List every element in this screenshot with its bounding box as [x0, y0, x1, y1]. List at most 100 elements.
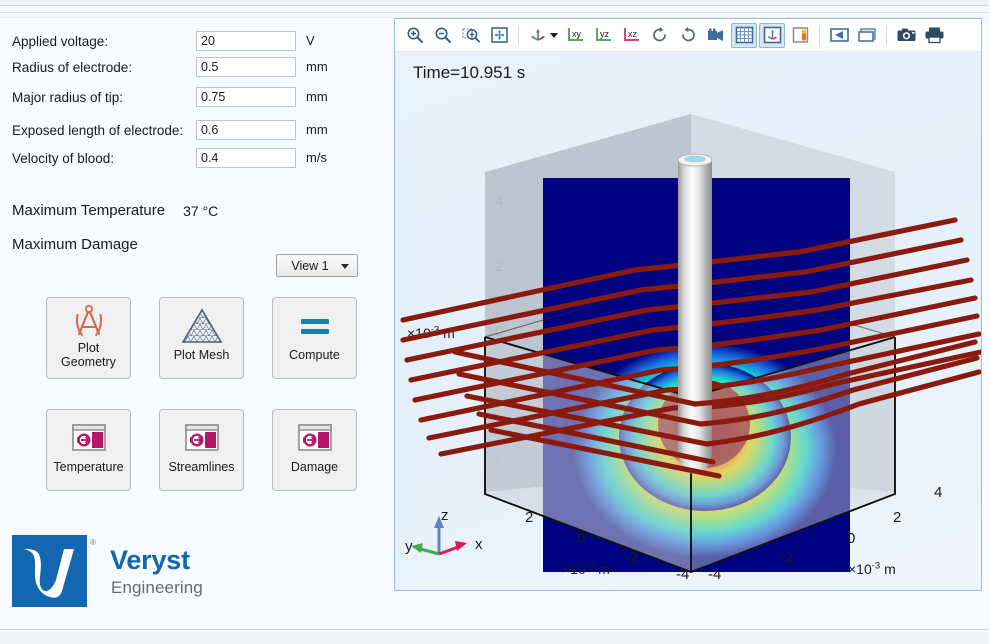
- x-axis-unit: ×10-3 m: [848, 560, 896, 577]
- field-label: Velocity of blood:: [12, 151, 114, 166]
- form-row-velocity-of-blood: Velocity of blood:: [12, 147, 114, 169]
- rotate-cw-icon[interactable]: [647, 23, 673, 48]
- field-unit: m/s: [306, 150, 327, 165]
- plot-window-icon: [68, 416, 110, 460]
- field-unit: mm: [306, 59, 328, 74]
- window-divider-bottom: [0, 629, 989, 630]
- velocity-of-blood-input[interactable]: [196, 148, 296, 168]
- form-row-applied-voltage: Applied voltage:: [12, 30, 108, 52]
- y-axis-unit: ×10-3 m: [562, 560, 610, 577]
- max-damage-label: Maximum Damage: [12, 236, 138, 253]
- equals-icon: [293, 304, 337, 348]
- color-legend-icon[interactable]: [787, 23, 813, 48]
- y-axis-tick: 2: [525, 509, 533, 526]
- zoom-box-icon[interactable]: [458, 23, 484, 48]
- triad-x-label: x: [475, 536, 483, 553]
- x-axis-tick: 2: [893, 509, 901, 526]
- status-bar: [0, 632, 989, 644]
- transparency-icon[interactable]: [826, 23, 852, 48]
- print-icon[interactable]: [921, 23, 947, 48]
- view-select-value: View 1: [291, 259, 328, 273]
- plot-geometry-label-line2: Geometry: [48, 355, 130, 369]
- max-temperature-row: Maximum Temperature 37 °C: [12, 202, 218, 219]
- toolbar-separator: [819, 26, 820, 45]
- triad-z-label: z: [441, 507, 449, 524]
- axis-orientation-icon[interactable]: [759, 23, 785, 48]
- damage-label: Damage: [274, 460, 356, 474]
- form-row-major-radius-of-tip: Major radius of tip:: [12, 86, 123, 108]
- veryst-logo-subtitle: Engineering: [111, 578, 203, 598]
- plot-geometry-button[interactable]: Plot Geometry: [46, 297, 131, 379]
- major-radius-of-tip-input[interactable]: [196, 87, 296, 107]
- applied-voltage-input[interactable]: [196, 31, 296, 51]
- go-to-view-icon[interactable]: [525, 23, 551, 48]
- streamlines-button[interactable]: Streamlines: [159, 409, 244, 491]
- form-row-exposed-length-of-electrode: Exposed length of electrode:: [12, 119, 183, 141]
- y-axis-tick: -4: [676, 566, 689, 583]
- xz-view-icon[interactable]: xz: [619, 23, 645, 48]
- plot-window-icon: [181, 416, 223, 460]
- svg-text:xy: xy: [572, 29, 582, 39]
- mesh-triangle-icon: [179, 304, 225, 348]
- plot-window-icon: [294, 416, 336, 460]
- graphics-panel: xy yz xz: [394, 18, 982, 591]
- compute-button[interactable]: Compute: [272, 297, 357, 379]
- x-axis-tick: 4: [934, 484, 942, 501]
- plot-mesh-button[interactable]: Plot Mesh: [159, 297, 244, 379]
- y-axis-tick: 0: [577, 530, 585, 547]
- max-damage-row: Maximum Damage: [12, 236, 156, 253]
- grid-icon[interactable]: [731, 23, 757, 48]
- x-axis-tick: 0: [847, 530, 855, 547]
- plot-mesh-label: Plot Mesh: [161, 348, 243, 362]
- zoom-extents-icon[interactable]: [486, 23, 512, 48]
- xy-view-icon[interactable]: xy: [563, 23, 589, 48]
- toolbar-separator: [886, 26, 887, 45]
- svg-text:xz: xz: [628, 29, 638, 39]
- exposed-length-of-electrode-input[interactable]: [196, 120, 296, 140]
- scene-light-icon[interactable]: [703, 23, 729, 48]
- view-select[interactable]: View 1: [276, 254, 358, 277]
- field-label: Applied voltage:: [12, 34, 108, 49]
- field-unit: mm: [306, 89, 328, 104]
- compute-label: Compute: [274, 348, 356, 362]
- chevron-down-icon: [341, 264, 349, 269]
- temperature-label: Temperature: [48, 460, 130, 474]
- plot-geometry-label-line1: Plot: [48, 341, 130, 355]
- radius-of-electrode-input[interactable]: [196, 57, 296, 77]
- x-axis-unit-text: ×10-3 m: [848, 561, 896, 577]
- field-label: Exposed length of electrode:: [12, 123, 183, 138]
- svg-text:yz: yz: [600, 29, 610, 39]
- field-label: Major radius of tip:: [12, 90, 123, 105]
- rotate-ccw-icon[interactable]: [675, 23, 701, 48]
- yz-view-icon[interactable]: yz: [591, 23, 617, 48]
- field-unit: mm: [306, 122, 328, 137]
- compass-icon: [69, 303, 109, 341]
- window-layout-icon[interactable]: [854, 23, 880, 48]
- damage-button[interactable]: Damage: [272, 409, 357, 491]
- y-axis-tick: -2: [625, 549, 638, 566]
- input-panel: Applied voltage: V Radius of electrode: …: [0, 20, 390, 620]
- view-dropdown-caret-icon[interactable]: [550, 33, 558, 38]
- x-axis-tick: -2: [780, 549, 793, 566]
- field-unit: V: [306, 33, 315, 48]
- veryst-logo-mark-icon: [12, 535, 87, 607]
- axis-triad: z y x: [403, 507, 493, 577]
- y-axis-unit-text: ×10-3 m: [562, 561, 610, 577]
- plot-canvas[interactable]: Time=10.951 s 4 2 0 -2 -4 ×10-3 m: [395, 52, 981, 590]
- max-temperature-value: 37 °C: [183, 203, 218, 219]
- window-divider-top: [0, 5, 989, 6]
- zoom-out-icon[interactable]: [430, 23, 456, 48]
- graphics-toolbar: xy yz xz: [395, 19, 981, 52]
- toolbar-separator: [518, 26, 519, 45]
- window-divider-second: [0, 12, 989, 13]
- veryst-logo: ® Veryst Engineering: [12, 535, 212, 607]
- temperature-button[interactable]: Temperature: [46, 409, 131, 491]
- form-row-radius-of-electrode: Radius of electrode:: [12, 56, 132, 78]
- triad-y-label: y: [405, 538, 413, 555]
- camera-snapshot-icon[interactable]: [893, 23, 919, 48]
- streamlines-label: Streamlines: [161, 460, 243, 474]
- max-temperature-label: Maximum Temperature: [12, 202, 165, 219]
- veryst-logo-name: Veryst: [110, 545, 190, 576]
- registered-trademark-icon: ®: [90, 538, 96, 547]
- zoom-in-icon[interactable]: [402, 23, 428, 48]
